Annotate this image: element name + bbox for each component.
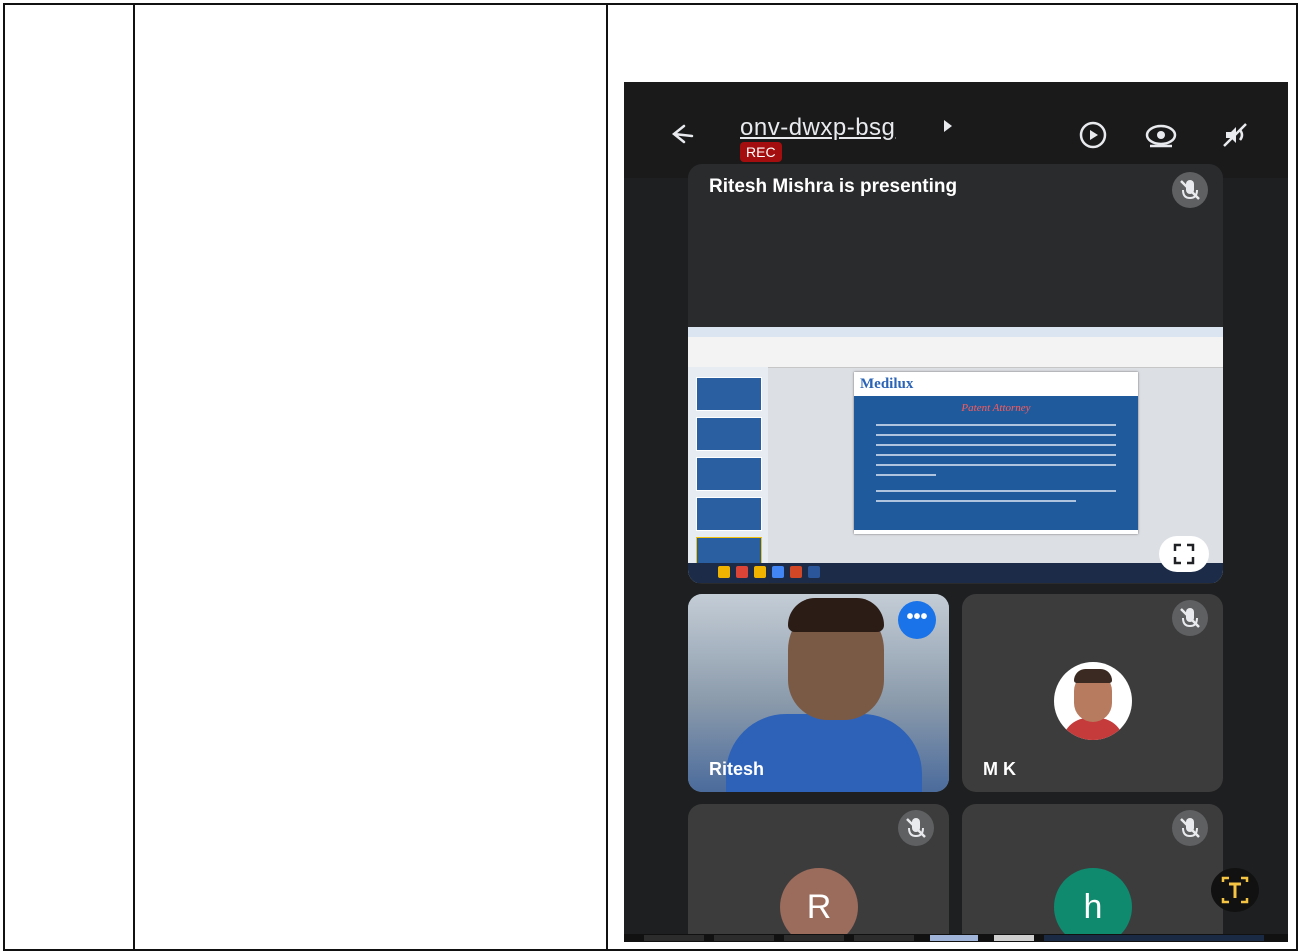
presenting-label: Ritesh Mishra is presenting xyxy=(709,176,958,197)
rec-badge: REC xyxy=(740,142,782,162)
slide-thumbnail xyxy=(696,377,762,411)
bottom-strip xyxy=(624,934,1288,942)
participant-tile-mk[interactable]: M K xyxy=(962,594,1223,792)
back-arrow-icon[interactable] xyxy=(668,120,696,148)
taskbar xyxy=(688,563,1223,583)
captions-icon xyxy=(1221,876,1249,904)
app-ribbon xyxy=(688,327,1223,368)
fullscreen-icon xyxy=(1173,543,1195,565)
meet-call-screen: onv-dwxp-bsg REC Ritesh Mishra is presen… xyxy=(624,82,1288,942)
participant-name: M K xyxy=(983,759,1016,779)
presentation-tile[interactable]: Ritesh Mishra is presenting Medilux Pate… xyxy=(688,164,1223,584)
fullscreen-button[interactable] xyxy=(1159,536,1209,572)
captions-button[interactable] xyxy=(1211,868,1259,912)
slide-title: Patent Attorney xyxy=(961,402,1031,414)
mic-off-icon xyxy=(1172,600,1208,636)
mic-off-icon xyxy=(1172,172,1208,208)
avatar: R xyxy=(780,868,858,942)
avatar: h xyxy=(1054,868,1132,942)
slide-thumbnail xyxy=(696,457,762,491)
slide-thumbnail xyxy=(696,417,762,451)
mic-off-icon xyxy=(1172,810,1208,846)
participant-tile-ritesh[interactable]: ••• Ritesh xyxy=(688,594,949,792)
switch-camera-icon[interactable] xyxy=(1076,118,1110,152)
participant-tile-r[interactable]: R xyxy=(688,804,949,942)
eye-icon[interactable] xyxy=(1144,118,1178,152)
slide-logo: Medilux xyxy=(860,376,914,392)
table-divider xyxy=(133,5,135,949)
audio-output-icon[interactable] xyxy=(1218,118,1252,152)
chevron-right-icon[interactable] xyxy=(944,120,952,132)
slide-thumbnails xyxy=(688,367,768,571)
more-options-button[interactable]: ••• xyxy=(898,601,936,639)
participant-name: Ritesh xyxy=(709,759,765,779)
shared-screen: Medilux Patent Attorney xyxy=(688,327,1223,583)
slide-body: Patent Attorney xyxy=(854,396,1138,530)
slide-thumbnail xyxy=(696,497,762,531)
table-divider xyxy=(606,5,608,949)
current-slide: Medilux Patent Attorney xyxy=(854,372,1138,534)
participant-tile-h[interactable]: h xyxy=(962,804,1223,942)
mic-off-icon xyxy=(898,810,934,846)
meeting-code[interactable]: onv-dwxp-bsg xyxy=(740,114,895,142)
avatar xyxy=(1054,662,1132,740)
